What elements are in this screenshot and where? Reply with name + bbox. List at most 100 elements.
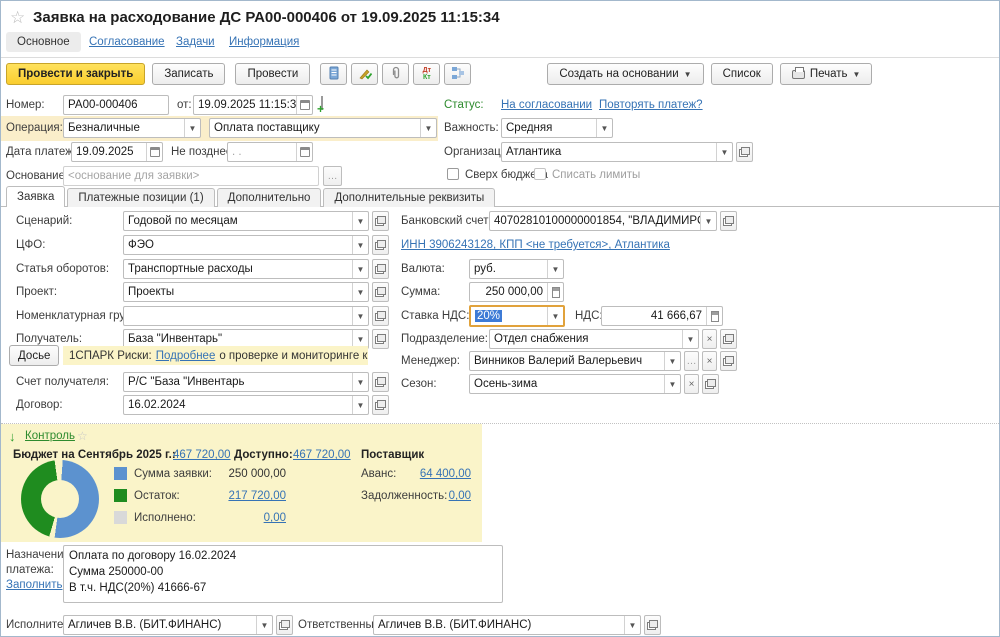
save-button[interactable]: Записать — [152, 63, 225, 85]
nav-tab-info[interactable]: Информация — [229, 36, 299, 48]
importance-combo[interactable]: Средняя ▼ — [501, 118, 613, 138]
cfo-combo[interactable]: ФЭО ▼ — [123, 235, 369, 255]
chevron-down-icon[interactable]: ▼ — [682, 330, 698, 348]
inn-kpp-link[interactable]: ИНН 3906243128, КПП <не требуется>, Атла… — [401, 239, 670, 251]
chevron-down-icon[interactable]: ▼ — [352, 307, 368, 325]
operation-type-combo[interactable]: Безналичные ▼ — [63, 118, 201, 138]
responsible-combo[interactable]: Агличев В.В. (БИТ.ФИНАНС) ▼ — [373, 615, 641, 635]
debt-value-link[interactable]: 0,00 — [449, 490, 471, 502]
register-records-button[interactable] — [320, 63, 347, 85]
basis-ellipsis-button[interactable]: … — [323, 166, 342, 186]
season-combo[interactable]: Осень-зима ▼ — [469, 374, 681, 394]
chevron-down-icon[interactable]: ▼ — [184, 119, 200, 137]
department-combo[interactable]: Отдел снабжения ▼ — [489, 329, 699, 349]
scenario-open-button[interactable] — [372, 211, 389, 231]
date-field[interactable]: 19.09.2025 11:15:34 — [193, 95, 313, 115]
currency-combo[interactable]: руб. ▼ — [469, 259, 564, 279]
responsible-open-button[interactable] — [644, 615, 661, 635]
post-and-close-button[interactable]: Провести и закрыть — [6, 63, 145, 85]
repeat-payment-link[interactable]: Повторять платеж? — [599, 99, 703, 111]
chevron-down-icon[interactable]: ▼ — [352, 373, 368, 391]
manager-clear-button[interactable]: × — [702, 351, 717, 371]
manager-combo[interactable]: Винников Валерий Валерьевич ▼ — [469, 351, 681, 371]
executor-open-button[interactable] — [276, 615, 293, 635]
season-open-button[interactable] — [702, 374, 719, 394]
nav-tab-tasks[interactable]: Задачи — [176, 36, 215, 48]
debit-credit-button[interactable]: ДтКт — [413, 63, 440, 85]
fill-purpose-link[interactable]: Заполнить — [6, 579, 62, 591]
chevron-down-icon[interactable]: ▼ — [547, 260, 563, 278]
spark-more-link[interactable]: Подробнее — [156, 350, 216, 362]
recipient-account-combo[interactable]: Р/С "База "Инвентарь ▼ — [123, 372, 369, 392]
contract-combo[interactable]: 16.02.2024 ▼ — [123, 395, 369, 415]
not-later-field[interactable]: . . — [227, 142, 313, 162]
chevron-down-icon[interactable]: ▼ — [664, 352, 680, 370]
turnover-item-open-button[interactable] — [372, 259, 389, 279]
organization-open-button[interactable] — [736, 142, 753, 162]
number-field[interactable]: РА00-000406 — [63, 95, 169, 115]
chevron-down-icon[interactable]: ▼ — [547, 307, 563, 325]
collapse-arrow-icon[interactable]: ↓ — [9, 429, 16, 444]
nav-tab-approval[interactable]: Согласование — [89, 36, 165, 48]
season-clear-button[interactable]: × — [684, 374, 699, 394]
chevron-down-icon[interactable]: ▼ — [664, 375, 680, 393]
bank-account-open-button[interactable] — [720, 211, 737, 231]
tab-payment-positions[interactable]: Платежные позиции (1) — [67, 188, 214, 207]
chevron-down-icon[interactable]: ▼ — [352, 396, 368, 414]
signature-button[interactable] — [351, 63, 378, 85]
chevron-down-icon[interactable]: ▼ — [352, 236, 368, 254]
nomenclature-group-combo[interactable]: ▼ — [123, 306, 369, 326]
purpose-textarea[interactable]: Оплата по договору 16.02.2024 Сумма 2500… — [63, 545, 503, 603]
attachments-button[interactable] — [382, 63, 409, 85]
list-button[interactable]: Список — [711, 63, 773, 85]
write-off-limits-checkbox[interactable] — [534, 168, 546, 180]
calendar-icon[interactable] — [296, 143, 312, 161]
print-button[interactable]: Печать▼ — [780, 63, 873, 85]
chevron-down-icon[interactable]: ▼ — [716, 143, 732, 161]
cfo-open-button[interactable] — [372, 235, 389, 255]
control-link[interactable]: Контроль — [25, 430, 75, 442]
scenario-combo[interactable]: Годовой по месяцам ▼ — [123, 211, 369, 231]
chevron-down-icon[interactable]: ▼ — [256, 616, 272, 634]
basis-field[interactable]: <основание для заявки> — [63, 166, 319, 186]
control-star-icon[interactable]: ☆ — [77, 429, 88, 443]
executor-combo[interactable]: Агличев В.В. (БИТ.ФИНАНС) ▼ — [63, 615, 273, 635]
status-link[interactable]: На согласовании — [501, 99, 592, 111]
project-open-button[interactable] — [372, 282, 389, 302]
calculator-icon[interactable] — [547, 283, 563, 301]
post-button[interactable]: Провести — [235, 63, 310, 85]
project-combo[interactable]: Проекты ▼ — [123, 282, 369, 302]
create-based-on-button[interactable]: Создать на основании▼ — [547, 63, 703, 85]
dossier-button[interactable]: Досье — [9, 345, 59, 366]
budget-value-link[interactable]: 467 720,00 — [173, 449, 231, 461]
chevron-down-icon[interactable]: ▼ — [352, 260, 368, 278]
tab-request[interactable]: Заявка — [6, 186, 65, 207]
calculator-icon[interactable] — [706, 307, 722, 325]
department-open-button[interactable] — [720, 329, 737, 349]
recipient-account-open-button[interactable] — [372, 372, 389, 392]
tab-additional[interactable]: Дополнительно — [217, 188, 322, 207]
chevron-down-icon[interactable]: ▼ — [624, 616, 640, 634]
related-documents-button[interactable] — [444, 63, 471, 85]
nav-tab-main[interactable]: Основное — [6, 32, 81, 52]
turnover-item-combo[interactable]: Транспортные расходы ▼ — [123, 259, 369, 279]
nomenclature-group-open-button[interactable] — [372, 306, 389, 326]
chevron-down-icon[interactable]: ▼ — [700, 212, 716, 230]
vat-rate-combo[interactable]: 20% ▼ — [469, 305, 565, 327]
vat-amount-field[interactable]: 41 666,67 — [601, 306, 723, 326]
available-value-link[interactable]: 467 720,00 — [293, 449, 351, 461]
operation-kind-combo[interactable]: Оплата поставщику ▼ — [209, 118, 437, 138]
advance-value-link[interactable]: 64 400,00 — [420, 468, 471, 480]
manager-open-button[interactable] — [720, 351, 737, 371]
chevron-down-icon[interactable]: ▼ — [420, 119, 436, 137]
calendar-icon[interactable] — [146, 143, 162, 161]
calendar-icon[interactable] — [296, 96, 312, 114]
department-clear-button[interactable]: × — [702, 329, 717, 349]
contract-open-button[interactable] — [372, 395, 389, 415]
organization-combo[interactable]: Атлантика ▼ — [501, 142, 733, 162]
over-budget-checkbox[interactable] — [447, 168, 459, 180]
pay-date-field[interactable]: 19.09.2025 — [71, 142, 163, 162]
favorite-star-icon[interactable]: ☆ — [10, 8, 25, 28]
chevron-down-icon[interactable]: ▼ — [352, 212, 368, 230]
fill-number-icon[interactable] — [321, 97, 323, 109]
